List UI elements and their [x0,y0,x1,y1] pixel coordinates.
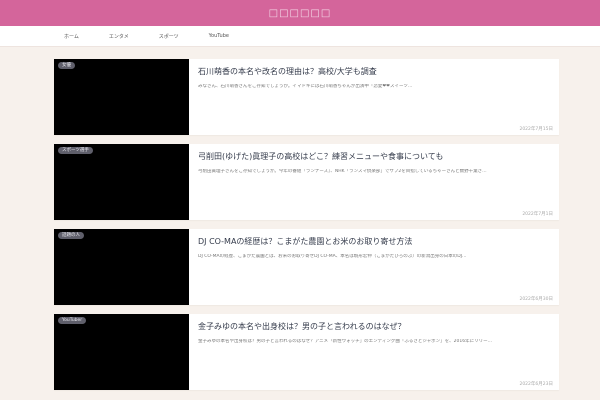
post-thumbnail[interactable]: YouTuber [54,314,189,390]
category-badge: 女優 [58,62,75,69]
post-thumbnail[interactable]: 女優 [54,59,189,135]
nav-item-entertainment[interactable]: エンタメ [109,33,129,40]
post-date: 2022年6月23日 [519,382,553,387]
nav-item-sports[interactable]: スポーツ [159,33,179,40]
post-body: DJ CO-MAの経歴は？こまがた農園とお米のお取り寄せ方法 DJ CO-MAの… [189,229,559,305]
post-title[interactable]: 金子みゆの本名や出身校は？男の子と言われるのはなぜ？ [198,321,547,332]
post-date: 2022年7月1日 [522,212,553,217]
site-title[interactable]: □□□□□□ [269,8,332,19]
post-body: 弓削田(ゆげた)眞理子の高校はどこ？練習メニューや食事についても 弓削田眞理子さ… [189,144,559,220]
post-excerpt: DJ CO-MAの経歴、こまがた農園とは、お米のお取り寄せDJ CO-MA、本名… [198,254,467,259]
post-card[interactable]: 話題の人 DJ CO-MAの経歴は？こまがた農園とお米のお取り寄せ方法 DJ C… [54,229,559,305]
post-date: 2022年6月30日 [519,297,553,302]
post-excerpt: 金子みゆの本名や出身校は？男の子と言われるのはなぜ？アニメ「新性ウォッチ」のエン… [198,339,493,344]
site-header: □□□□□□ [0,0,600,26]
category-badge: スポーツ選手 [58,147,93,154]
post-card[interactable]: 女優 石川萌香の本名や改名の理由は？高校/大学も調査 みなさん、石川萌香さんをご… [54,59,559,135]
post-body: 石川萌香の本名や改名の理由は？高校/大学も調査 みなさん、石川萌香さんをご存知で… [189,59,559,135]
main-nav: ホーム エンタメ スポーツ YouTube [0,26,600,47]
post-list: 女優 石川萌香の本名や改名の理由は？高校/大学も調査 みなさん、石川萌香さんをご… [54,59,559,399]
post-date: 2022年7月15日 [519,127,553,132]
post-excerpt: 弓削田眞理子さんをご存知でしょうか。今年の番組『ランナーズ』、NHK「ランスマ倶… [198,169,487,174]
post-title[interactable]: 石川萌香の本名や改名の理由は？高校/大学も調査 [198,66,547,77]
post-excerpt: みなさん、石川萌香さんをご存知でしょうか。イマドキには石川萌香ちゃんが出演中「恋… [198,84,413,89]
category-badge: 話題の人 [58,232,84,239]
post-title[interactable]: 弓削田(ゆげた)眞理子の高校はどこ？練習メニューや食事についても [198,151,547,162]
post-body: 金子みゆの本名や出身校は？男の子と言われるのはなぜ？ 金子みゆの本名や出身校は？… [189,314,559,390]
post-card[interactable]: YouTuber 金子みゆの本名や出身校は？男の子と言われるのはなぜ？ 金子みゆ… [54,314,559,390]
nav-item-home[interactable]: ホーム [64,33,79,40]
category-badge: YouTuber [58,317,87,324]
post-title[interactable]: DJ CO-MAの経歴は？こまがた農園とお米のお取り寄せ方法 [198,236,547,247]
post-thumbnail[interactable]: 話題の人 [54,229,189,305]
post-card[interactable]: スポーツ選手 弓削田(ゆげた)眞理子の高校はどこ？練習メニューや食事についても … [54,144,559,220]
nav-item-youtube[interactable]: YouTube [209,33,229,39]
post-thumbnail[interactable]: スポーツ選手 [54,144,189,220]
